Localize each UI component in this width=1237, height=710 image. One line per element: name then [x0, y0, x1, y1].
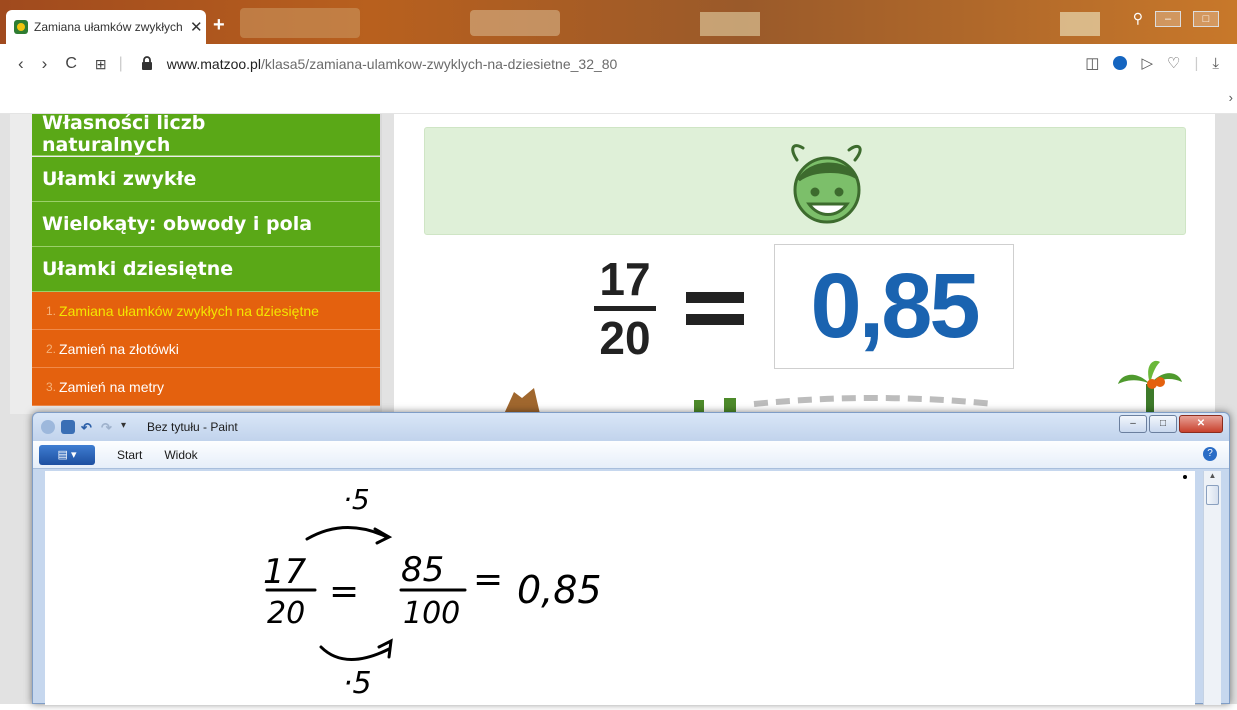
fraction-numerator: 17	[599, 253, 651, 305]
back-icon[interactable]: ‹	[18, 54, 24, 74]
minimize-button[interactable]: –	[1155, 10, 1181, 27]
fraction: 17 20	[590, 256, 660, 361]
multiplier-top: ·5	[343, 483, 370, 516]
search-icon[interactable]: ⚲	[1133, 10, 1143, 27]
mascot-banner	[424, 127, 1186, 235]
save-icon[interactable]	[61, 420, 75, 434]
paint-minimize-button[interactable]: –	[1119, 415, 1147, 433]
multiplier-bottom: ·5	[343, 666, 372, 701]
maximize-button[interactable]: □	[1193, 10, 1219, 27]
favicon-icon	[14, 20, 28, 34]
download-icon[interactable]: ⤓	[1212, 55, 1219, 72]
sidebar-category-wielokaty[interactable]: Wielokąty: obwody i pola	[32, 202, 380, 247]
item-number: 1.	[46, 303, 57, 318]
category-label: Własności liczb naturalnych	[42, 114, 206, 156]
equals-sign	[686, 292, 744, 336]
frac2-numerator: 85	[401, 550, 444, 590]
paint-maximize-button[interactable]: □	[1149, 415, 1177, 433]
frac1-numerator: 17	[263, 552, 307, 592]
category-label: Ułamki dziesiętne	[42, 258, 234, 280]
sidebar-item-zlotowki[interactable]: 2. Zamień na złotówki	[32, 330, 380, 368]
paint-ribbon: ▤ ▾ Start Widok ?	[33, 441, 1229, 469]
redo-icon[interactable]: ↷	[101, 420, 115, 435]
sidebar-item-metry[interactable]: 3. Zamień na metry	[32, 368, 380, 406]
browser-nav-bar: ‹ › C ⊞ | www.matzoo.pl/klasa5/zamiana-u…	[0, 44, 1237, 84]
frac2-denominator: 100	[403, 596, 460, 631]
exercise-panel: 17 20 0,85	[394, 114, 1215, 418]
fraction-denominator: 20	[599, 312, 651, 364]
equals-2: =	[473, 559, 503, 600]
url-host: www.matzoo.pl	[166, 56, 261, 72]
answer-box[interactable]: 0,85	[774, 244, 1014, 369]
item-number: 2.	[46, 341, 57, 356]
browser-tab-bar: Zamiana ułamków zwykłych ✕ + ⚲ – □	[0, 0, 1237, 44]
paint-app-icon[interactable]	[41, 420, 55, 434]
sidebar-category-ulamki-dziesietne[interactable]: Ułamki dziesiętne	[32, 247, 380, 292]
boy-face-icon	[791, 144, 862, 224]
forward-icon[interactable]: ›	[42, 54, 48, 74]
stray-dot	[1183, 475, 1187, 479]
reload-icon[interactable]: C	[65, 55, 77, 73]
url-path: /klasa5/zamiana-ulamkow-zwyklych-na-dzie…	[260, 56, 618, 72]
speed-dial-icon[interactable]: ⊞	[95, 56, 107, 73]
sidebar-category-ulamki-zwykle[interactable]: Ułamki zwykłe	[32, 157, 380, 202]
arrow-bottom-head	[377, 638, 393, 659]
paint-close-button[interactable]: ✕	[1179, 415, 1223, 433]
tab-widok[interactable]: Widok	[164, 448, 197, 462]
item-label: Zamień na metry	[59, 378, 165, 395]
tab-title: Zamiana ułamków zwykłych	[34, 20, 183, 34]
background-decoration	[504, 388, 995, 414]
paint-vertical-scrollbar[interactable]: ▲	[1203, 471, 1221, 705]
paint-window-title: Bez tytułu - Paint	[147, 420, 238, 434]
item-label: Zamień na złotówki	[59, 340, 179, 357]
equals-1: =	[329, 571, 359, 612]
paint-title-bar: ↶ ↷ ▾ Bez tytułu - Paint – □ ✕	[33, 413, 1229, 441]
answer-value: 0,85	[810, 255, 980, 357]
handwritten-calculation: ·5 17 20 = 85 100 = 0,85 ·5	[263, 475, 1187, 701]
fraction-bar	[594, 306, 656, 311]
sidebar-item-zamiana[interactable]: 1. Zamiana ułamków zwykłych na dziesiętn…	[32, 292, 380, 330]
sidebar-category-wlasnosci[interactable]: Własności liczb naturalnych	[32, 114, 380, 156]
tab-close-icon[interactable]: ✕	[190, 18, 203, 36]
paint-canvas[interactable]: ·5 17 20 = 85 100 = 0,85 ·5	[45, 471, 1195, 705]
frac1-denominator: 20	[267, 596, 305, 631]
item-label: Zamiana ułamków zwykłych na dziesiętne	[59, 302, 319, 319]
browser-tab[interactable]: Zamiana ułamków zwykłych ✕	[6, 10, 206, 44]
camera-icon[interactable]: ◫	[1085, 54, 1099, 72]
result-value: 0,85	[517, 568, 602, 612]
chevron-right-icon[interactable]: ›	[1229, 90, 1233, 105]
tab-start[interactable]: Start	[117, 448, 142, 462]
paint-window: ↶ ↷ ▾ Bez tytułu - Paint – □ ✕ ▤ ▾ Start…	[32, 412, 1230, 705]
send-icon[interactable]: ▷	[1141, 54, 1153, 72]
new-tab-button[interactable]: +	[213, 14, 225, 37]
help-icon[interactable]: ?	[1203, 447, 1217, 461]
arrow-bottom	[319, 645, 391, 661]
bookmark-bar: ›	[0, 84, 1237, 114]
undo-icon[interactable]: ↶	[81, 420, 95, 435]
category-label: Ułamki zwykłe	[42, 168, 197, 190]
scrollbar-thumb[interactable]	[1206, 485, 1219, 505]
address-bar[interactable]: www.matzoo.pl/klasa5/zamiana-ulamkow-zwy…	[167, 56, 618, 72]
heart-icon[interactable]: ♡	[1167, 54, 1180, 72]
paint-file-menu-button[interactable]: ▤ ▾	[39, 444, 95, 465]
quick-access-dropdown-icon[interactable]: ▾	[121, 420, 135, 434]
shield-icon[interactable]	[1113, 56, 1128, 70]
item-number: 3.	[46, 379, 57, 394]
lock-icon	[141, 55, 153, 73]
category-label: Wielokąty: obwody i pola	[42, 213, 313, 235]
